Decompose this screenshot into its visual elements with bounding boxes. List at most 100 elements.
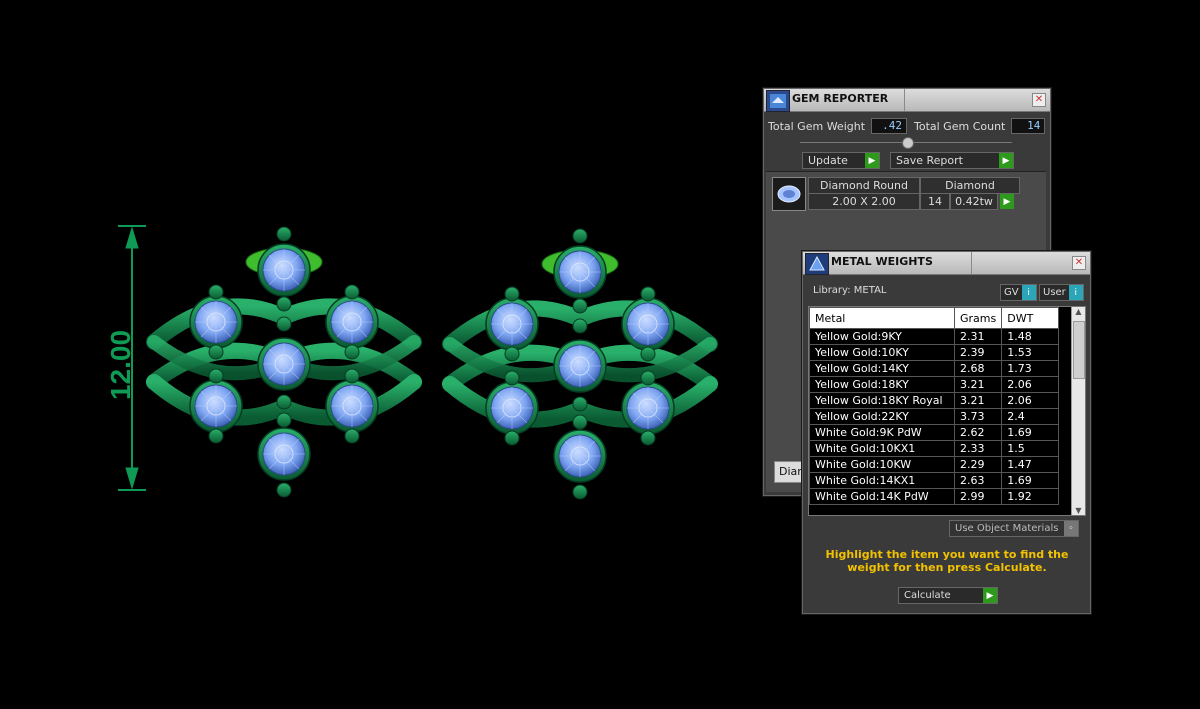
table-row[interactable]: Yellow Gold:18KY 3.21 2.06 bbox=[809, 376, 1060, 393]
cell-dwt: 1.48 bbox=[1001, 328, 1060, 345]
total-gem-weight-row: Total Gem Weight .42 bbox=[768, 118, 908, 134]
table-row[interactable]: Yellow Gold:14KY 2.68 1.73 bbox=[809, 360, 1060, 377]
cell-metal: Yellow Gold:10KY bbox=[809, 344, 955, 361]
gem-reporter-close-icon[interactable]: ✕ bbox=[1032, 93, 1046, 107]
earring-left bbox=[154, 227, 414, 497]
cell-dwt: 2.06 bbox=[1001, 376, 1060, 393]
scrollbar-thumb[interactable] bbox=[1073, 321, 1085, 379]
gem-size: 2.00 X 2.00 bbox=[808, 193, 920, 210]
cell-metal: White Gold:10KX1 bbox=[809, 440, 955, 457]
total-gem-weight-value: .42 bbox=[871, 118, 908, 134]
cell-metal: Yellow Gold:9KY bbox=[809, 328, 955, 345]
cell-grams: 3.21 bbox=[953, 376, 1003, 393]
table-row[interactable]: Yellow Gold:18KY Royal 3.21 2.06 bbox=[809, 392, 1060, 409]
metal-weights-title: METAL WEIGHTS bbox=[831, 255, 933, 268]
metal-table-header: Metal Grams DWT bbox=[809, 307, 1060, 329]
cell-grams: 2.33 bbox=[953, 440, 1003, 457]
cell-dwt: 2.4 bbox=[1001, 408, 1060, 425]
cell-metal: White Gold:9K PdW bbox=[809, 424, 955, 441]
use-object-materials-toggle[interactable]: Use Object Materials ◦ bbox=[949, 520, 1079, 537]
update-button[interactable]: Update ▶ bbox=[802, 152, 880, 169]
metal-weights-close-icon[interactable]: ✕ bbox=[1072, 256, 1086, 270]
3d-viewport[interactable]: 12.00 bbox=[0, 0, 760, 705]
diamond-thumbnail-icon bbox=[772, 177, 806, 211]
cell-dwt: 1.69 bbox=[1001, 424, 1060, 441]
total-gem-count-value: 14 bbox=[1011, 118, 1046, 134]
user-label: User bbox=[1043, 287, 1066, 298]
cell-grams: 2.68 bbox=[953, 360, 1003, 377]
calculate-button[interactable]: Calculate ▶ bbox=[898, 587, 998, 604]
cell-grams: 2.31 bbox=[953, 328, 1003, 345]
calculate-go-icon: ▶ bbox=[983, 588, 997, 603]
cell-dwt: 1.92 bbox=[1001, 488, 1060, 505]
use-object-materials-label: Use Object Materials bbox=[955, 523, 1059, 534]
table-row[interactable]: White Gold:14K PdW 2.99 1.92 bbox=[809, 488, 1060, 505]
calculate-button-label: Calculate bbox=[904, 590, 951, 601]
splitter-handle[interactable] bbox=[902, 137, 914, 149]
gem-row-go-icon[interactable]: ▶ bbox=[1000, 194, 1014, 209]
cell-metal: Yellow Gold:18KY bbox=[809, 376, 955, 393]
save-report-button[interactable]: Save Report ▶ bbox=[890, 152, 1014, 169]
metal-weights-titlebar[interactable]: METAL WEIGHTS ✕ bbox=[803, 252, 1090, 275]
cell-metal: Yellow Gold:18KY Royal bbox=[809, 392, 955, 409]
table-row[interactable]: Yellow Gold:22KY 3.73 2.4 bbox=[809, 408, 1060, 425]
update-button-label: Update bbox=[808, 154, 848, 167]
total-gem-weight-label: Total Gem Weight bbox=[768, 119, 866, 133]
table-row[interactable]: White Gold:10KW 2.29 1.47 bbox=[809, 456, 1060, 473]
use-object-materials-icon: ◦ bbox=[1064, 521, 1078, 536]
scroll-up-icon[interactable]: ▲ bbox=[1072, 307, 1085, 316]
table-row[interactable]: Yellow Gold:9KY 2.31 1.48 bbox=[809, 328, 1060, 345]
metal-table-container[interactable]: Metal Grams DWT Yellow Gold:9KY 2.31 1.48 Y… bbox=[808, 306, 1086, 516]
cell-dwt: 1.53 bbox=[1001, 344, 1060, 361]
instruction-text: Highlight the item you want to find the … bbox=[825, 548, 1069, 574]
cell-grams: 2.63 bbox=[953, 472, 1003, 489]
metal-weights-app-icon bbox=[805, 253, 829, 275]
total-gem-count-row: Total Gem Count 14 bbox=[914, 118, 1046, 134]
title-separator bbox=[904, 89, 905, 111]
cell-metal: White Gold:14K PdW bbox=[809, 488, 955, 505]
cell-grams: 3.21 bbox=[953, 392, 1003, 409]
gem-count: 14 bbox=[920, 193, 950, 210]
gem-type-header: Diamond bbox=[920, 177, 1020, 194]
cell-metal: White Gold:10KW bbox=[809, 456, 955, 473]
table-row[interactable]: White Gold:10KX1 2.33 1.5 bbox=[809, 440, 1060, 457]
column-grams[interactable]: Grams bbox=[953, 307, 1003, 329]
cell-dwt: 1.69 bbox=[1001, 472, 1060, 489]
cell-dwt: 1.47 bbox=[1001, 456, 1060, 473]
update-go-icon: ▶ bbox=[865, 153, 879, 168]
save-report-go-icon: ▶ bbox=[999, 153, 1013, 168]
gv-toggle[interactable]: GV i bbox=[1000, 284, 1037, 301]
library-label: Library: METAL bbox=[813, 285, 887, 296]
cell-grams: 2.99 bbox=[953, 488, 1003, 505]
cell-grams: 2.39 bbox=[953, 344, 1003, 361]
gem-weight: 0.42tw bbox=[950, 193, 998, 210]
user-info-icon: i bbox=[1068, 285, 1083, 300]
gem-shape-header: Diamond Round bbox=[808, 177, 920, 194]
cell-grams: 3.73 bbox=[953, 408, 1003, 425]
gem-reporter-titlebar[interactable]: GEM REPORTER ✕ bbox=[764, 89, 1050, 112]
gv-info-icon: i bbox=[1021, 285, 1036, 300]
cell-metal: Yellow Gold:14KY bbox=[809, 360, 955, 377]
cell-dwt: 1.5 bbox=[1001, 440, 1060, 457]
earring-right bbox=[450, 229, 710, 499]
gem-list-item[interactable]: Diamond Round Diamond 2.00 X 2.00 14 0.4… bbox=[772, 177, 1042, 211]
gem-reporter-title: GEM REPORTER bbox=[792, 92, 889, 105]
table-row[interactable]: White Gold:14KX1 2.63 1.69 bbox=[809, 472, 1060, 489]
metal-table-scrollbar[interactable]: ▲ ▼ bbox=[1071, 307, 1085, 515]
table-row[interactable]: Yellow Gold:10KY 2.39 1.53 bbox=[809, 344, 1060, 361]
gem-reporter-app-icon bbox=[766, 90, 790, 112]
cell-grams: 2.29 bbox=[953, 456, 1003, 473]
cell-grams: 2.62 bbox=[953, 424, 1003, 441]
metal-weights-window: METAL WEIGHTS ✕ Library: METAL GV i User… bbox=[802, 251, 1091, 614]
column-dwt[interactable]: DWT bbox=[1001, 307, 1060, 329]
cell-dwt: 2.06 bbox=[1001, 392, 1060, 409]
metal-table: Metal Grams DWT Yellow Gold:9KY 2.31 1.48 Y… bbox=[809, 307, 1060, 505]
cell-dwt: 1.73 bbox=[1001, 360, 1060, 377]
user-toggle[interactable]: User i bbox=[1039, 284, 1084, 301]
dimension-label: 12.00 bbox=[105, 329, 136, 401]
column-metal[interactable]: Metal bbox=[809, 307, 955, 329]
scroll-down-icon[interactable]: ▼ bbox=[1072, 506, 1085, 515]
gv-label: GV bbox=[1004, 287, 1019, 298]
total-gem-count-label: Total Gem Count bbox=[914, 119, 1006, 133]
table-row[interactable]: White Gold:9K PdW 2.62 1.69 bbox=[809, 424, 1060, 441]
